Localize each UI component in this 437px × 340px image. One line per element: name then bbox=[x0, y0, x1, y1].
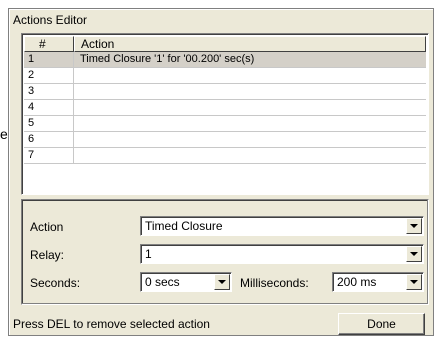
row-number: 7 bbox=[24, 148, 74, 163]
table-row[interactable]: 1 Timed Closure '1' for '00.200' sec(s) bbox=[24, 52, 426, 68]
action-dropdown-value: Timed Closure bbox=[145, 219, 223, 233]
dialog-title: Actions Editor bbox=[13, 13, 88, 27]
seconds-dropdown[interactable]: 0 secs bbox=[140, 272, 232, 292]
row-number: 4 bbox=[24, 100, 74, 115]
table-row[interactable]: 6 bbox=[24, 132, 426, 148]
relay-label: Relay: bbox=[30, 248, 65, 262]
row-number: 6 bbox=[24, 132, 74, 147]
row-number: 2 bbox=[24, 68, 74, 83]
table-row[interactable]: 7 bbox=[24, 148, 426, 164]
table-row[interactable]: 3 bbox=[24, 84, 426, 100]
row-number: 3 bbox=[24, 84, 74, 99]
status-hint: Press DEL to remove selected action bbox=[13, 317, 210, 331]
chevron-down-icon[interactable] bbox=[406, 246, 422, 262]
row-action bbox=[74, 132, 426, 147]
column-header-action[interactable]: Action bbox=[74, 36, 426, 52]
done-button[interactable]: Done bbox=[338, 313, 425, 335]
table-row[interactable]: 5 bbox=[24, 116, 426, 132]
row-action bbox=[74, 148, 426, 163]
chevron-down-icon[interactable] bbox=[406, 274, 422, 290]
column-header-number[interactable]: # bbox=[24, 36, 74, 52]
row-action bbox=[74, 100, 426, 115]
relay-dropdown[interactable]: 1 bbox=[140, 244, 424, 264]
milliseconds-dropdown[interactable]: 200 ms bbox=[332, 272, 424, 292]
table-row[interactable]: 4 bbox=[24, 100, 426, 116]
relay-dropdown-value: 1 bbox=[145, 247, 152, 261]
row-action bbox=[74, 116, 426, 131]
action-form-group: Action Timed Closure Relay: 1 Seconds: 0… bbox=[21, 199, 429, 305]
milliseconds-label: Milliseconds: bbox=[240, 276, 309, 290]
row-number: 1 bbox=[24, 52, 74, 67]
chevron-down-icon[interactable] bbox=[406, 218, 422, 234]
milliseconds-dropdown-value: 200 ms bbox=[337, 275, 377, 289]
list-header: # Action bbox=[24, 36, 426, 52]
row-action: Timed Closure '1' for '00.200' sec(s) bbox=[80, 53, 255, 65]
seconds-dropdown-value: 0 secs bbox=[145, 275, 180, 289]
row-action bbox=[74, 84, 426, 99]
action-label: Action bbox=[30, 220, 64, 234]
row-number: 5 bbox=[24, 116, 74, 131]
row-action bbox=[74, 68, 426, 83]
action-dropdown[interactable]: Timed Closure bbox=[140, 216, 424, 236]
table-row[interactable]: 2 bbox=[24, 68, 426, 84]
actions-editor-dialog: Actions Editor # Action 1 Timed Closure … bbox=[8, 8, 434, 336]
seconds-label: Seconds: bbox=[30, 276, 81, 290]
actions-list[interactable]: # Action 1 Timed Closure '1' for '00.200… bbox=[21, 33, 429, 195]
chevron-down-icon[interactable] bbox=[214, 274, 230, 290]
